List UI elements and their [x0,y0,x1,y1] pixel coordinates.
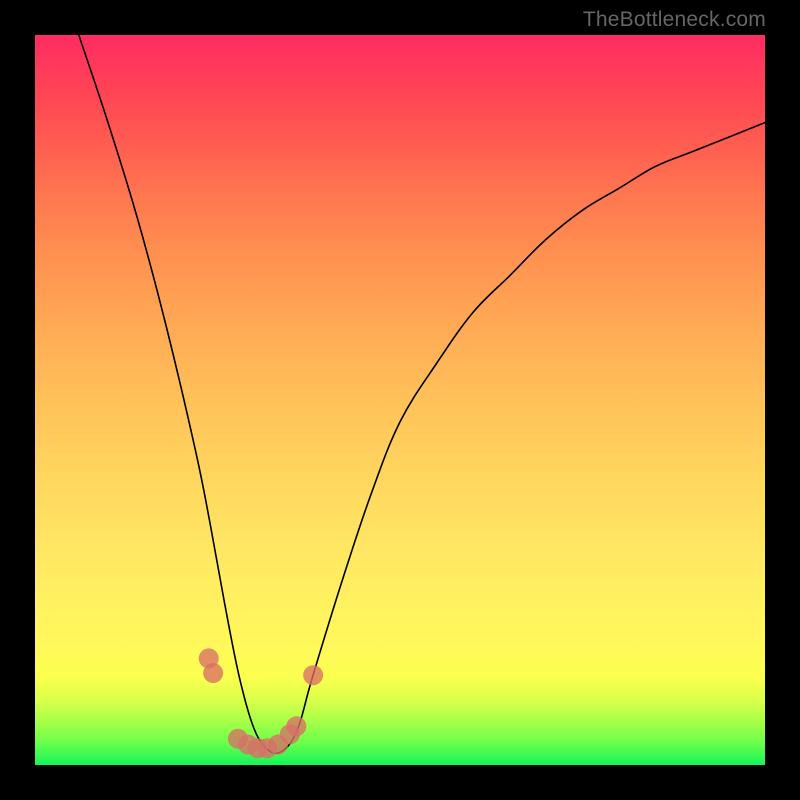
right-dot [303,665,323,685]
attribution-text: TheBottleneck.com [583,8,766,32]
trough-dot-7 [286,716,306,736]
plot-svg [35,35,765,765]
chart-frame: TheBottleneck.com [0,0,800,800]
bottleneck-curve [79,35,765,753]
plot-area [35,35,765,765]
left-dot-mid [203,663,223,683]
